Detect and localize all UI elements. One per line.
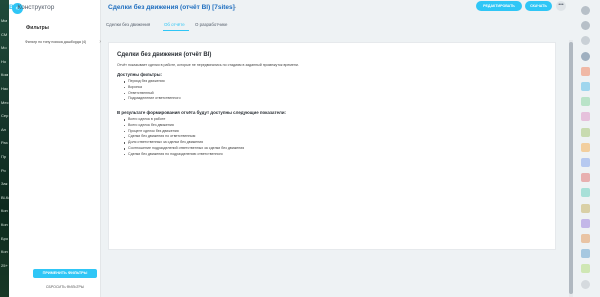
metrics-list: Всего сделок в работе Всего сделок без д… bbox=[124, 117, 244, 158]
bell-icon[interactable] bbox=[581, 6, 590, 15]
left-menu-item[interactable]: Мо bbox=[1, 45, 9, 50]
tab-about-developer[interactable]: О разработчике bbox=[195, 22, 227, 27]
left-menu-item[interactable]: Кон bbox=[1, 208, 9, 213]
left-menu-item[interactable]: СМ bbox=[1, 32, 9, 37]
user-avatar[interactable] bbox=[581, 51, 590, 61]
app-icon[interactable] bbox=[581, 249, 590, 259]
app-icon[interactable] bbox=[581, 127, 590, 137]
left-menu-item[interactable]: Раз bbox=[1, 140, 9, 145]
metrics-heading: В результате формирования отчёта будут д… bbox=[117, 110, 286, 115]
report-description: Отчёт показывает сделки в работе, которы… bbox=[117, 63, 299, 67]
filter-row-label: Фильтр по типу поиска дашборда (4) bbox=[25, 40, 87, 44]
left-menu-item[interactable]: Ком bbox=[1, 72, 9, 77]
brand-logo[interactable]: BI Конструктор bbox=[9, 4, 54, 11]
list-item: Сделки без движения по подразделению отв… bbox=[124, 152, 244, 158]
left-menu-item[interactable]: Но bbox=[1, 59, 9, 64]
left-menu-item[interactable]: Нас bbox=[1, 86, 9, 91]
left-menu-item[interactable]: 25+ bbox=[1, 263, 9, 268]
left-app-menu: Мм СМ Мо Но Ком Нас Мес Сер Ан Раз Пр Ро Зак Bl-Ко Кон… bbox=[0, 0, 9, 297]
left-menu-item[interactable]: Мес bbox=[1, 100, 9, 105]
download-button[interactable]: СКАЧАТЬ bbox=[525, 1, 552, 11]
tab-about-report[interactable]: Об отчёте bbox=[164, 22, 185, 27]
chevron-right-icon: › bbox=[99, 39, 101, 45]
report-title: Сделки без движения (отчёт BI) bbox=[117, 52, 212, 58]
filter-row[interactable]: Фильтр по типу поиска дашборда (4) › bbox=[25, 40, 101, 45]
search-icon[interactable] bbox=[581, 36, 590, 46]
active-tab-indicator bbox=[163, 30, 189, 31]
more-options-icon[interactable]: ••• bbox=[556, 1, 566, 11]
app-icon[interactable] bbox=[581, 97, 590, 107]
app-icon[interactable] bbox=[581, 112, 590, 122]
app-icon[interactable] bbox=[581, 82, 590, 91]
tab-deals[interactable]: Сделки без движения bbox=[106, 22, 150, 27]
app-icon[interactable] bbox=[581, 142, 590, 152]
left-menu-item[interactable]: Ро bbox=[1, 168, 9, 173]
left-menu-item[interactable]: Бро bbox=[1, 236, 9, 241]
settings-icon[interactable] bbox=[581, 279, 590, 289]
app-icon[interactable] bbox=[581, 66, 590, 76]
left-menu-item[interactable]: Ан bbox=[1, 127, 9, 132]
apply-filters-button[interactable]: ПРИМЕНИТЬ ФИЛЬТРЫ bbox=[33, 269, 97, 278]
app-icon[interactable] bbox=[581, 158, 590, 167]
chevron-down-icon[interactable]: ⌄ bbox=[233, 4, 237, 10]
filters-title: Фильтры bbox=[26, 25, 49, 31]
app-icon[interactable] bbox=[581, 203, 590, 213]
edit-button[interactable]: РЕДАКТИРОВАТЬ bbox=[476, 1, 522, 11]
left-menu-item[interactable]: Кон bbox=[1, 222, 9, 227]
report-card: Сделки без движения (отчёт BI) Отчёт пок… bbox=[108, 42, 556, 250]
left-menu-item[interactable]: Пр bbox=[1, 154, 9, 159]
app-icon[interactable] bbox=[581, 188, 590, 198]
app-icon[interactable] bbox=[581, 234, 590, 243]
right-rail bbox=[573, 0, 600, 297]
list-item: Подразделение ответственного bbox=[124, 96, 181, 102]
app-icon[interactable] bbox=[581, 218, 590, 228]
filters-heading: Доступны фильтры: bbox=[117, 72, 162, 77]
left-menu-item[interactable]: Мм bbox=[1, 18, 9, 23]
filters-panel: « Фильтры Фильтр по типу поиска дашборда… bbox=[9, 0, 101, 297]
app-icon[interactable] bbox=[581, 173, 590, 183]
top-bar: BI Конструктор Сделки без движения (отчё… bbox=[9, 0, 573, 18]
app-icon[interactable] bbox=[581, 264, 590, 274]
reset-filters-button[interactable]: СБРОСИТЬ ФИЛЬТРЫ bbox=[33, 285, 97, 289]
left-menu-item[interactable]: Сер bbox=[1, 113, 9, 118]
left-menu-item[interactable]: Зак bbox=[1, 181, 9, 186]
left-menu-item[interactable]: Кон bbox=[1, 249, 9, 254]
chat-icon[interactable] bbox=[581, 21, 590, 31]
filters-list: Период без движения Воронка Ответственны… bbox=[124, 79, 181, 102]
left-menu-item[interactable]: Bl-Ко bbox=[1, 195, 9, 200]
page-title: Сделки без движения (отчёт BI) [7sites] bbox=[108, 4, 235, 11]
